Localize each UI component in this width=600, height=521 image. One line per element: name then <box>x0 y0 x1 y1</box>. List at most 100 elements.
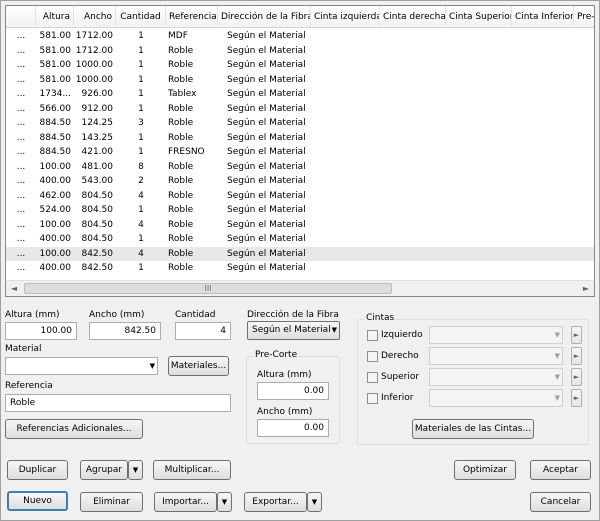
table-row[interactable]: ... 400.00 804.50 1 Roble Según el Material <box>6 232 594 247</box>
pieces-grid[interactable]: Altura Ancho Cantidad Referencia Direcci… <box>5 5 595 297</box>
table-row[interactable]: ... 581.00 1712.00 1 MDF Según el Material <box>6 29 594 44</box>
cinta-expand-icon[interactable]: ► <box>571 368 582 386</box>
cell-referencia: Roble <box>168 176 194 186</box>
referencias-adicionales-button[interactable]: Referencias Adicionales... <box>5 419 143 439</box>
column-header-lead[interactable] <box>6 6 36 28</box>
fibra-select[interactable]: Según el Material ▼ <box>247 321 340 340</box>
scroll-left-icon[interactable]: ◄ <box>6 281 22 296</box>
cell-fibra: Según el Material <box>227 60 306 70</box>
chevron-down-icon: ▼ <box>554 352 560 360</box>
cell-lead: ... <box>16 118 26 128</box>
table-row[interactable]: ... 1734... 926.00 1 Tablex Según el Material <box>6 87 594 102</box>
scroll-right-icon[interactable]: ► <box>578 281 594 296</box>
cancelar-button[interactable]: Cancelar <box>530 492 591 512</box>
cell-cantidad: 1 <box>138 147 144 157</box>
importar-button[interactable]: Importar... <box>154 492 217 512</box>
cell-altura: 884.50 <box>39 147 72 157</box>
cinta-material-select[interactable]: ▼ <box>429 368 563 386</box>
table-row[interactable]: ... 581.00 1000.00 1 Roble Según el Material <box>6 73 594 88</box>
table-row[interactable]: ... 100.00 842.50 4 Roble Según el Material <box>6 246 594 261</box>
cell-cantidad: 4 <box>138 219 144 230</box>
cell-referencia: Roble <box>168 45 194 56</box>
cell-altura: 100.00 <box>39 248 72 259</box>
column-header-fibra[interactable]: Dirección de la Fibra <box>218 6 311 28</box>
cell-altura: 100.00 <box>39 161 72 172</box>
importar-chevron-down-icon[interactable]: ▼ <box>217 492 232 512</box>
table-row[interactable]: ... 100.00 481.00 8 Roble Según el Material <box>6 160 594 175</box>
cell-lead: ... <box>16 60 26 70</box>
precorte-ancho-input[interactable]: 0.00 <box>257 419 329 437</box>
column-header-cinta-derecha[interactable]: Cinta derecha <box>380 6 446 28</box>
cell-cantidad: 1 <box>138 89 144 99</box>
optimizar-button[interactable]: Optimizar <box>454 460 516 480</box>
table-row[interactable]: ... 884.50 421.00 1 FRESNO Según el Material <box>6 145 594 160</box>
table-row[interactable]: ... 884.50 143.25 1 Roble Según el Material <box>6 131 594 146</box>
column-header-cinta-izquierda[interactable]: Cinta izquierda <box>311 6 380 28</box>
precorte-altura-input[interactable]: 0.00 <box>257 382 329 400</box>
cell-altura: 524.00 <box>39 205 72 215</box>
cinta-material-select[interactable]: ▼ <box>429 347 563 365</box>
column-header-ancho[interactable]: Ancho <box>74 6 116 28</box>
table-row[interactable]: ... 400.00 543.00 2 Roble Según el Material <box>6 174 594 189</box>
table-row[interactable]: ... 400.00 842.50 1 Roble Según el Material <box>6 261 594 276</box>
cell-fibra: Según el Material <box>227 176 306 186</box>
ancho-input[interactable]: 842.50 <box>89 322 161 340</box>
table-row[interactable]: ... 884.50 124.25 3 Roble Según el Material <box>6 116 594 131</box>
table-row[interactable]: ... 100.00 804.50 4 Roble Según el Material <box>6 218 594 233</box>
column-header-cantidad[interactable]: Cantidad <box>116 6 166 28</box>
cell-referencia: MDF <box>168 31 188 41</box>
cinta-material-select[interactable]: ▼ <box>429 326 563 344</box>
agrupar-button[interactable]: Agrupar <box>80 460 128 480</box>
cell-cantidad: 1 <box>138 60 144 70</box>
cell-cantidad: 1 <box>138 132 144 143</box>
table-row[interactable]: ... 581.00 1000.00 1 Roble Según el Material <box>6 58 594 73</box>
cell-ancho: 143.25 <box>81 132 114 143</box>
column-header-cinta-superior[interactable]: Cinta Superior <box>446 6 512 28</box>
referencia-input[interactable]: Roble <box>5 394 231 412</box>
altura-input[interactable]: 100.00 <box>5 322 77 340</box>
table-row[interactable]: ... 581.00 1712.00 1 Roble Según el Material <box>6 44 594 59</box>
multiplicar-button[interactable]: Multiplicar... <box>153 460 231 480</box>
cinta-checkbox[interactable] <box>367 351 378 362</box>
cell-referencia: FRESNO <box>168 147 205 157</box>
cantidad-input[interactable]: 4 <box>175 322 231 340</box>
cell-fibra: Según el Material <box>227 219 306 230</box>
cell-lead: ... <box>16 205 26 215</box>
precorte-ancho-label: Ancho (mm) <box>257 407 313 417</box>
column-header-precorte[interactable]: Pre- <box>574 6 594 28</box>
cell-referencia: Roble <box>168 263 194 273</box>
ancho-label: Ancho (mm) <box>89 310 145 320</box>
column-header-cinta-inferior[interactable]: Cinta Inferior <box>512 6 574 28</box>
eliminar-button[interactable]: Eliminar <box>80 492 143 512</box>
cinta-checkbox[interactable] <box>367 393 378 404</box>
exportar-button[interactable]: Exportar... <box>244 492 307 512</box>
cell-fibra: Según el Material <box>227 103 306 114</box>
cinta-material-select[interactable]: ▼ <box>429 389 563 407</box>
cinta-expand-icon[interactable]: ► <box>571 389 582 407</box>
horizontal-scrollbar[interactable]: ◄ III ► <box>6 280 594 296</box>
table-row[interactable]: ... 462.00 804.50 4 Roble Según el Material <box>6 189 594 204</box>
materiales-cintas-button[interactable]: Materiales de las Cintas... <box>412 419 534 439</box>
aceptar-button[interactable]: Aceptar <box>530 460 591 480</box>
table-row[interactable]: ... 524.00 804.50 1 Roble Según el Material <box>6 203 594 218</box>
table-row[interactable]: ... 566.00 912.00 1 Roble Según el Material <box>6 102 594 117</box>
duplicar-button[interactable]: Duplicar <box>7 460 68 480</box>
cinta-expand-icon[interactable]: ► <box>571 326 582 344</box>
column-header-referencia[interactable]: Referencia <box>166 6 218 28</box>
material-select[interactable]: ▼ <box>5 357 158 375</box>
cell-referencia: Tablex <box>168 89 197 99</box>
cinta-checkbox[interactable] <box>367 330 378 341</box>
materiales-button[interactable]: Materiales... <box>168 356 229 376</box>
cell-fibra: Según el Material <box>227 234 306 244</box>
column-header-altura[interactable]: Altura <box>36 6 74 28</box>
cell-fibra: Según el Material <box>227 132 306 143</box>
scroll-thumb[interactable]: III <box>24 283 392 294</box>
exportar-chevron-down-icon[interactable]: ▼ <box>307 492 322 512</box>
nuevo-button[interactable]: Nuevo <box>7 491 68 511</box>
cinta-checkbox[interactable] <box>367 372 378 383</box>
cintas-title: Cintas <box>364 313 397 323</box>
cinta-expand-icon[interactable]: ► <box>571 347 582 365</box>
agrupar-chevron-down-icon[interactable]: ▼ <box>128 460 143 480</box>
cell-ancho: 842.50 <box>81 263 114 273</box>
cell-altura: 1734... <box>39 89 72 99</box>
